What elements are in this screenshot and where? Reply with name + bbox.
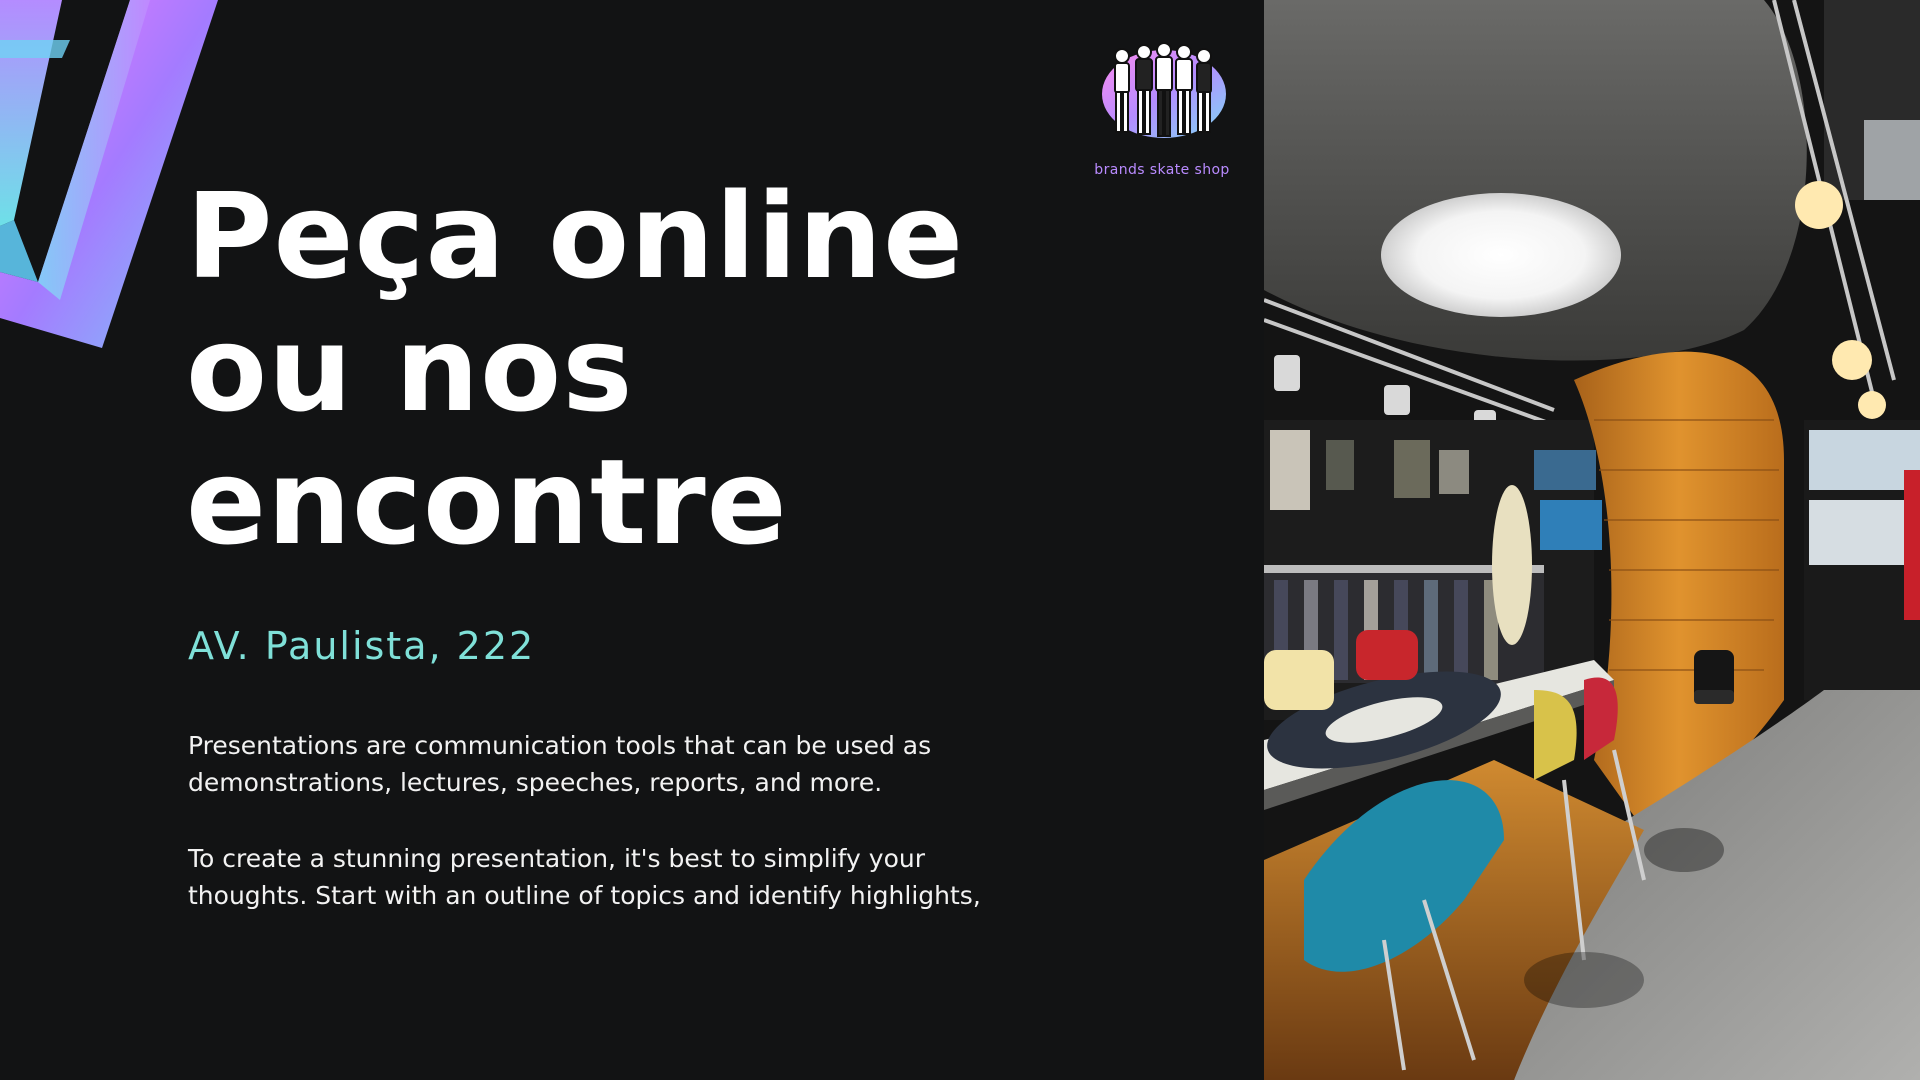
body-paragraph-2-line-1: To create a stunning presentation, it's …	[188, 844, 925, 873]
store-address: AV. Paulista, 222	[188, 624, 536, 668]
body-paragraph-2-line-2: thoughts. Start with an outline of topic…	[188, 881, 981, 910]
skate-shop-photo	[1264, 0, 1920, 1080]
headline-line-2: ou nos	[186, 300, 634, 438]
body-paragraph-1-line-1: Presentations are communication tools th…	[188, 731, 932, 760]
headline-line-1: Peça online	[186, 167, 965, 305]
group-of-people-icon	[1102, 42, 1226, 138]
headline: Peça online ou nos encontre	[186, 170, 1086, 569]
headline-line-3: encontre	[186, 433, 788, 571]
shop-interior-image	[1264, 0, 1920, 1080]
body-paragraph-1-line-2: demonstrations, lectures, speeches, repo…	[188, 768, 883, 797]
body-paragraph-1: Presentations are communication tools th…	[188, 727, 1068, 801]
brand-logo: brands skate shop	[1090, 40, 1234, 185]
body-paragraph-2: To create a stunning presentation, it's …	[188, 840, 1068, 914]
brand-name: brands skate shop	[1094, 162, 1230, 178]
slide: Peça online ou nos encontre AV. Paulista…	[0, 0, 1920, 1080]
